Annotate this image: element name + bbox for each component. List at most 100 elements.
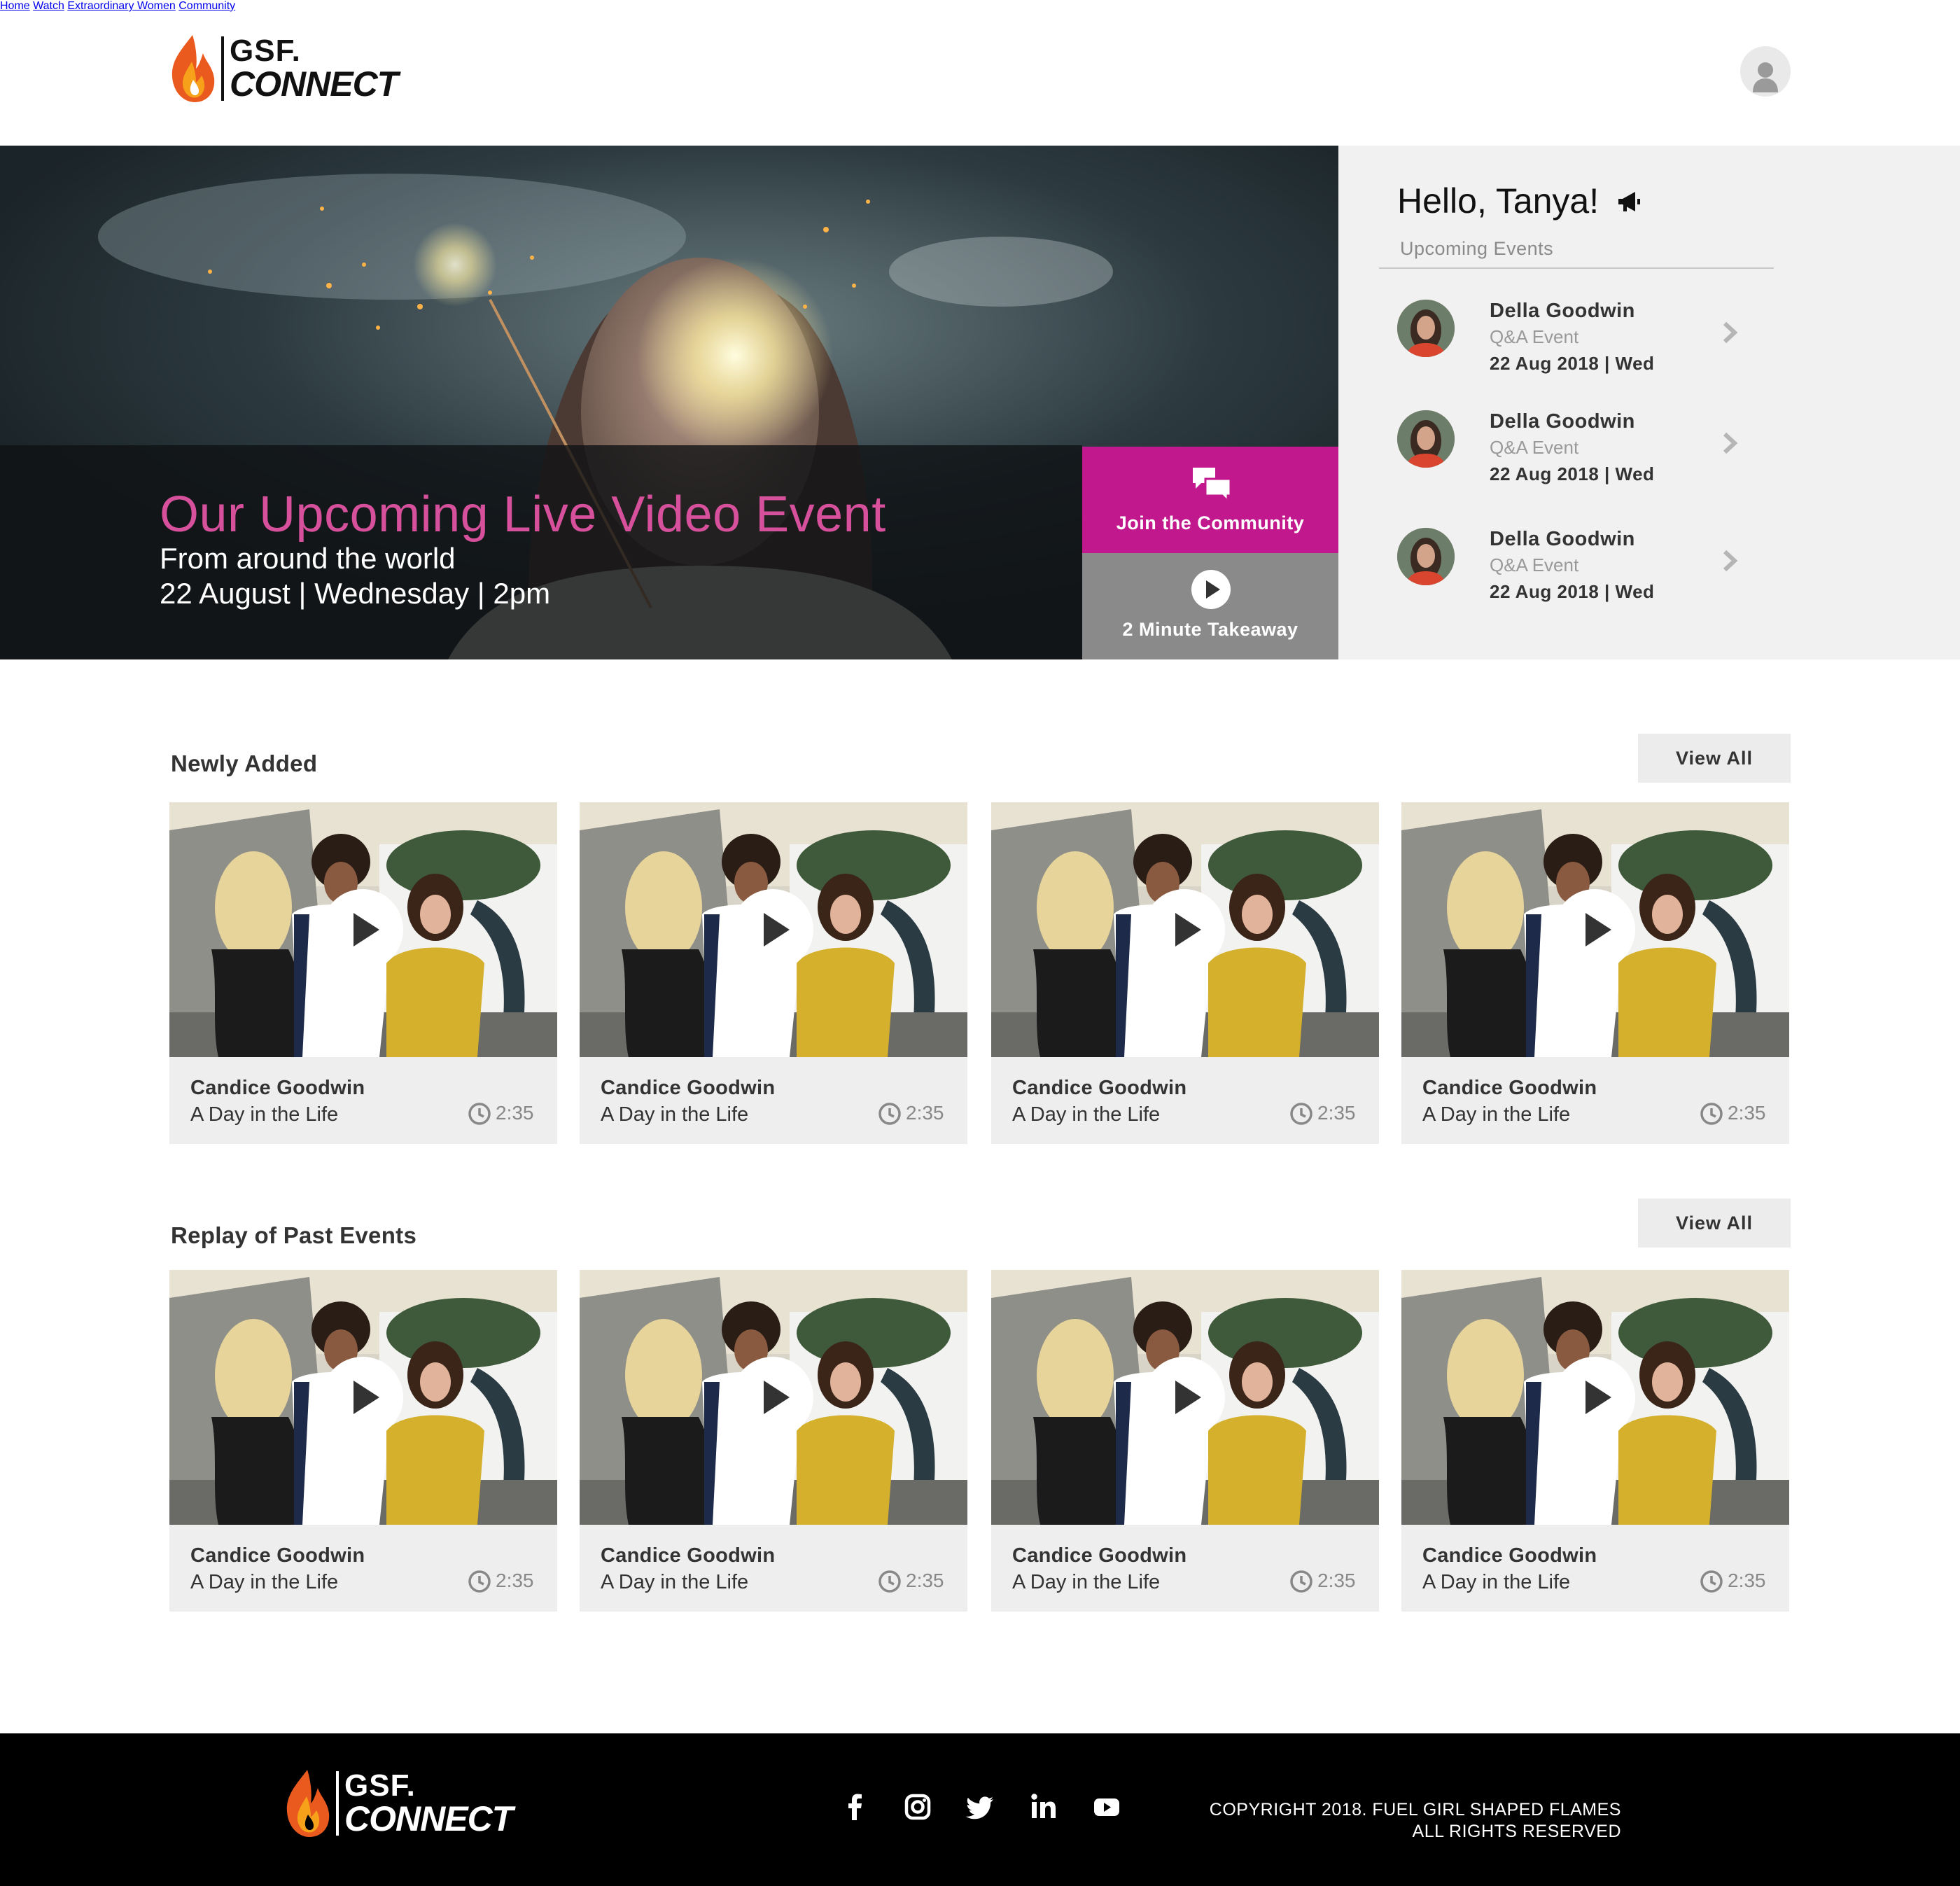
video-duration: 2:35 [1317, 1570, 1356, 1591]
video-person-name: Candice Goodwin [601, 1077, 776, 1099]
youtube-icon[interactable] [1089, 1789, 1124, 1824]
video-person-name: Candice Goodwin [1012, 1077, 1187, 1099]
play-icon [1175, 913, 1201, 947]
linkedin-icon[interactable] [1026, 1789, 1061, 1824]
clock-icon [878, 1570, 901, 1593]
newly-added-view-all-button[interactable]: View All [1638, 734, 1791, 783]
event-item[interactable]: Della Goodwin Q&A Event 22 Aug 2018 | We… [1338, 528, 1960, 619]
video-duration: 2:35 [496, 1102, 534, 1124]
logo-line-2: CONNECT [344, 1799, 513, 1838]
takeaway-label: 2 Minute Takeaway [1122, 619, 1298, 640]
upcoming-events-heading: Upcoming Events [1400, 238, 1554, 259]
video-subtitle: A Day in the Life [190, 1571, 339, 1593]
video-card[interactable]: Candice Goodwin A Day in the Life 2:35 [991, 1270, 1379, 1612]
video-subtitle: A Day in the Life [601, 1571, 749, 1593]
event-type: Q&A Event [1490, 554, 1579, 575]
video-subtitle: A Day in the Life [1422, 1103, 1571, 1126]
play-button[interactable] [322, 889, 403, 970]
logo-divider [221, 36, 224, 101]
event-type: Q&A Event [1490, 437, 1579, 458]
main-nav: Home Watch Extraordinary Women Community [0, 0, 1960, 13]
twitter-icon[interactable] [963, 1789, 998, 1824]
play-icon [1586, 1381, 1611, 1414]
video-card[interactable]: Candice Goodwin A Day in the Life 2:35 [169, 1270, 557, 1612]
chevron-right-icon[interactable] [1721, 549, 1739, 573]
join-community-button[interactable]: Join the Community [1082, 447, 1338, 553]
takeaway-play-circle [1191, 570, 1231, 609]
logo-line-2: CONNECT [230, 64, 398, 104]
video-duration: 2:35 [906, 1102, 944, 1124]
nav-watch[interactable]: Watch [33, 0, 64, 12]
video-subtitle: A Day in the Life [1422, 1571, 1571, 1593]
video-person-name: Candice Goodwin [1422, 1544, 1597, 1567]
logo-divider [336, 1771, 339, 1836]
takeaway-button[interactable]: 2 Minute Takeaway [1082, 553, 1338, 659]
play-button[interactable] [1144, 889, 1225, 970]
chevron-right-icon[interactable] [1721, 321, 1739, 344]
clock-icon [1290, 1103, 1312, 1125]
play-button[interactable] [1554, 1357, 1635, 1438]
video-duration: 2:35 [906, 1570, 944, 1591]
video-card[interactable]: Candice Goodwin A Day in the Life 2:35 [1401, 1270, 1789, 1612]
user-avatar[interactable] [1740, 46, 1791, 97]
copyright-text: COPYRIGHT 2018. FUEL GIRL SHAPED FLAMES … [1210, 1799, 1621, 1843]
event-date: 22 Aug 2018 | Wed [1490, 581, 1655, 602]
event-name: Della Goodwin [1490, 300, 1635, 322]
flame-logo-icon [286, 1770, 330, 1837]
video-person-name: Candice Goodwin [601, 1544, 776, 1567]
footer-logo[interactable]: GSF. CONNECT [283, 1768, 513, 1838]
play-button[interactable] [732, 889, 813, 970]
instagram-icon[interactable] [900, 1789, 935, 1824]
panel-divider [1379, 267, 1774, 269]
video-card[interactable]: Candice Goodwin A Day in the Life 2:35 [991, 802, 1379, 1144]
video-card[interactable]: Candice Goodwin A Day in the Life 2:35 [580, 802, 967, 1144]
video-duration: 2:35 [1728, 1102, 1766, 1124]
event-date: 22 Aug 2018 | Wed [1490, 463, 1655, 484]
replay-title: Replay of Past Events [171, 1222, 417, 1248]
video-card[interactable]: Candice Goodwin A Day in the Life 2:35 [1401, 802, 1789, 1144]
clock-icon [1290, 1570, 1312, 1593]
logo-line-1: GSF. [344, 1768, 416, 1803]
video-subtitle: A Day in the Life [190, 1103, 339, 1126]
chat-bubbles-icon [1193, 468, 1232, 504]
nav-extraordinary-women[interactable]: Extraordinary Women [67, 0, 175, 12]
nav-home[interactable]: Home [0, 0, 30, 12]
clock-icon [878, 1103, 901, 1125]
video-duration: 2:35 [1317, 1102, 1356, 1124]
video-person-name: Candice Goodwin [190, 1077, 365, 1099]
hero-date: 22 August | Wednesday | 2pm [160, 577, 551, 610]
play-button[interactable] [1554, 889, 1635, 970]
play-icon [1586, 913, 1611, 947]
copyright-line-2: ALL RIGHTS RESERVED [1412, 1822, 1621, 1841]
logo-wordmark: GSF. CONNECT [344, 1768, 513, 1838]
flame-logo-icon [172, 35, 215, 102]
play-icon [354, 1381, 379, 1414]
video-card[interactable]: Candice Goodwin A Day in the Life 2:35 [169, 802, 557, 1144]
site-header: GSF. CONNECT Home Watch Extraordinary Wo… [0, 0, 1960, 146]
facebook-icon[interactable] [837, 1789, 872, 1824]
event-item[interactable]: Della Goodwin Q&A Event 22 Aug 2018 | We… [1338, 410, 1960, 501]
hero-title: Our Upcoming Live Video Event [160, 487, 886, 543]
video-duration: 2:35 [1728, 1570, 1766, 1591]
event-item[interactable]: Della Goodwin Q&A Event 22 Aug 2018 | We… [1338, 300, 1960, 391]
play-icon [764, 913, 790, 947]
newly-added-title: Newly Added [171, 750, 318, 776]
nav-community[interactable]: Community [178, 0, 235, 12]
gsf-connect-logo[interactable]: GSF. CONNECT [168, 34, 398, 104]
video-card[interactable]: Candice Goodwin A Day in the Life 2:35 [580, 1270, 967, 1612]
play-button[interactable] [322, 1357, 403, 1438]
video-subtitle: A Day in the Life [1012, 1571, 1161, 1593]
video-person-name: Candice Goodwin [1012, 1544, 1187, 1567]
chevron-right-icon[interactable] [1721, 431, 1739, 455]
megaphone-icon [1618, 192, 1640, 211]
join-community-label: Join the Community [1116, 512, 1305, 533]
copyright-line-1: COPYRIGHT 2018. FUEL GIRL SHAPED FLAMES [1209, 1800, 1621, 1819]
logo-line-1: GSF. [230, 34, 301, 68]
play-button[interactable] [732, 1357, 813, 1438]
play-button[interactable] [1144, 1357, 1225, 1438]
replay-view-all-button[interactable]: View All [1638, 1199, 1791, 1248]
event-avatar [1397, 300, 1455, 357]
play-icon [1175, 1381, 1201, 1414]
video-person-name: Candice Goodwin [190, 1544, 365, 1567]
clock-icon [468, 1103, 491, 1125]
